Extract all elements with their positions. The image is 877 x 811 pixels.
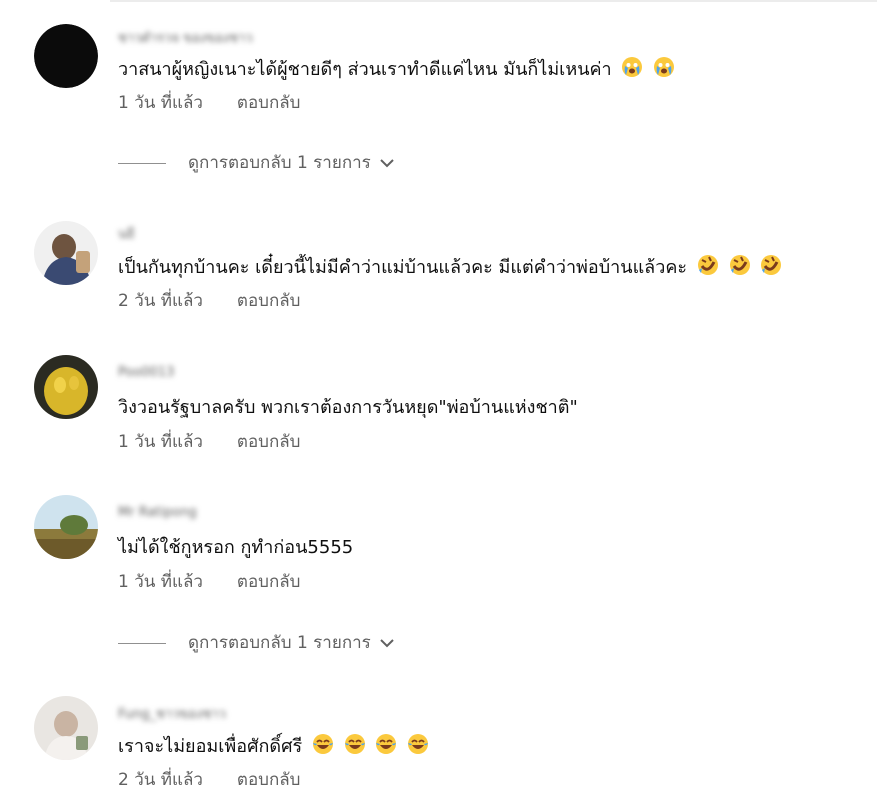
- avatar[interactable]: [34, 696, 98, 760]
- reply-button[interactable]: ตอบกลับ: [237, 770, 301, 790]
- avatar[interactable]: [34, 495, 98, 559]
- crying-face-icon: [621, 56, 643, 78]
- view-replies-button[interactable]: ดูการตอบกลับ 1 รายการ: [118, 631, 395, 655]
- reply-button[interactable]: ตอบกลับ: [237, 432, 301, 452]
- reply-button[interactable]: ตอบกลับ: [237, 291, 301, 311]
- view-replies-label: ดูการตอบกลับ 1 รายการ: [188, 153, 371, 173]
- avatar[interactable]: [34, 355, 98, 419]
- timestamp: 1 วัน ที่แล้ว: [118, 93, 203, 113]
- chevron-down-icon: [379, 151, 395, 175]
- comment-body: วิงวอนรัฐบาลครับ พวกเราต้องการวันหยุด"พ่…: [118, 397, 578, 418]
- comment-body: วาสนาผู้หญิงเนาะได้ผู้ชายดีๆ ส่วนเราทำดี…: [118, 59, 612, 80]
- avatar[interactable]: [34, 221, 98, 285]
- comment-meta: 1 วัน ที่แล้ว ตอบกลับ: [118, 570, 300, 594]
- comment-text: วิงวอนรัฐบาลครับ พวกเราต้องการวันหยุด"พ่…: [118, 396, 578, 420]
- comment-meta: 2 วัน ที่แล้ว ตอบกลับ: [118, 289, 300, 313]
- timestamp: 1 วัน ที่แล้ว: [118, 572, 203, 592]
- tears-of-joy-icon: [375, 733, 397, 755]
- tears-of-joy-icon: [407, 733, 429, 755]
- comment-text: เป็นกันทุกบ้านคะ เดี๋ยวนี้ไม่มีคำว่าแม่บ…: [118, 254, 782, 280]
- rofl-face-icon: [760, 254, 782, 276]
- author-name[interactable]: Fung_ชาวของชาว: [118, 703, 226, 722]
- reply-button[interactable]: ตอบกลับ: [237, 572, 301, 592]
- comment-body: เป็นกันทุกบ้านคะ เดี๋ยวนี้ไม่มีคำว่าแม่บ…: [118, 257, 688, 278]
- comment-text: ไม่ได้ใช้กูหรอก กูทำก่อน5555: [118, 536, 353, 560]
- comment-meta: 1 วัน ที่แล้ว ตอบกลับ: [118, 91, 300, 115]
- divider-line: [118, 162, 166, 164]
- rofl-face-icon: [697, 254, 719, 276]
- comment-body: ไม่ได้ใช้กูหรอก กูทำก่อน5555: [118, 537, 354, 558]
- comment-text: เราจะไม่ยอมเพื่อศักดิ์ศรี: [118, 733, 429, 759]
- tears-of-joy-icon: [344, 733, 366, 755]
- divider-line: [118, 642, 166, 644]
- comment-text: วาสนาผู้หญิงเนาะได้ผู้ชายดีๆ ส่วนเราทำดี…: [118, 56, 675, 82]
- author-name[interactable]: นยี: [118, 223, 135, 242]
- view-replies-label: ดูการตอบกลับ 1 รายการ: [188, 633, 371, 653]
- author-name[interactable]: ชาวตำรวจ ของของชาว: [118, 27, 253, 46]
- author-name[interactable]: Poo0013: [118, 365, 174, 381]
- comment-body: เราจะไม่ยอมเพื่อศักดิ์ศรี: [118, 736, 303, 757]
- comment-meta: 1 วัน ที่แล้ว ตอบกลับ: [118, 430, 300, 454]
- rofl-face-icon: [729, 254, 751, 276]
- author-name[interactable]: Mr Ratipong: [118, 505, 197, 521]
- avatar[interactable]: [34, 24, 98, 88]
- timestamp: 1 วัน ที่แล้ว: [118, 432, 203, 452]
- chevron-down-icon: [379, 631, 395, 655]
- timestamp: 2 วัน ที่แล้ว: [118, 770, 203, 790]
- timestamp: 2 วัน ที่แล้ว: [118, 291, 203, 311]
- tears-of-joy-icon: [312, 733, 334, 755]
- comment-meta: 2 วัน ที่แล้ว ตอบกลับ: [118, 768, 300, 792]
- crying-face-icon: [653, 56, 675, 78]
- reply-button[interactable]: ตอบกลับ: [237, 93, 301, 113]
- top-divider: [110, 0, 877, 2]
- view-replies-button[interactable]: ดูการตอบกลับ 1 รายการ: [118, 151, 395, 175]
